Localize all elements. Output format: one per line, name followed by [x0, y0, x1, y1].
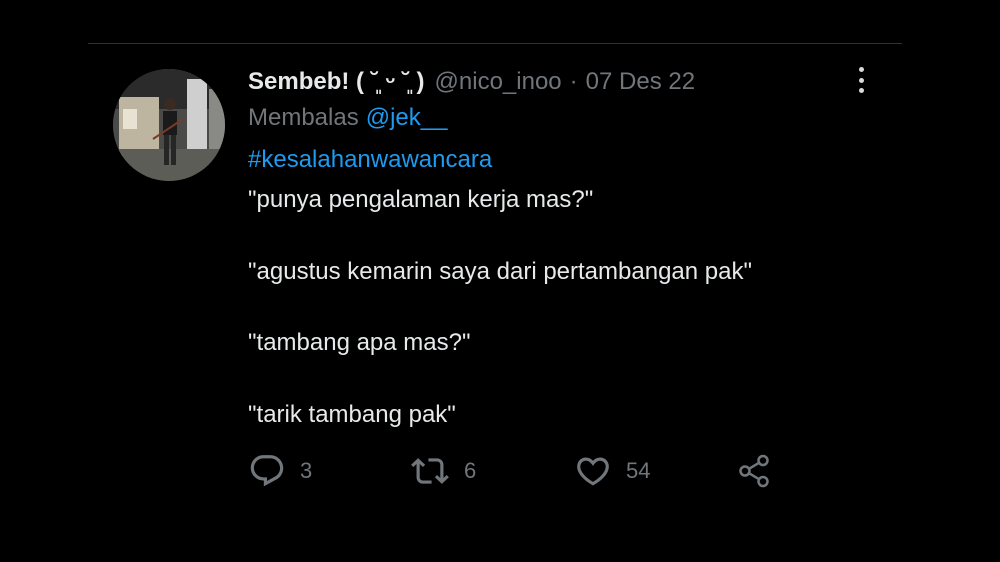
retweet-count: 6 — [464, 458, 477, 483]
tweet-text-line: "tarik tambang pak" — [248, 401, 456, 428]
display-name[interactable]: Sembeb! ( ˘͈ ᵕ ˘͈ ) — [248, 68, 425, 96]
tweet-date[interactable]: 07 Des 22 — [586, 68, 695, 96]
share-icon — [739, 454, 769, 488]
more-options-icon[interactable] — [848, 65, 874, 95]
heart-icon — [577, 457, 609, 486]
separator: · — [569, 68, 578, 95]
dot — [858, 88, 864, 93]
action-bar: 3 6 54 — [248, 452, 788, 490]
avatar-photo — [113, 69, 225, 181]
dot — [858, 67, 864, 72]
reply-count: 3 — [300, 458, 313, 483]
like-count: 54 — [626, 458, 651, 483]
tweet-text-line: "agustus kemarin saya dari pertambangan … — [248, 258, 752, 285]
retweet-icon — [411, 458, 449, 484]
reply-button[interactable]: 3 — [248, 452, 312, 490]
reply-context: Membalas @jek__ — [248, 104, 447, 132]
like-button[interactable]: 54 — [574, 452, 650, 490]
reply-prefix: Membalas — [248, 104, 359, 131]
reply-icon — [250, 455, 284, 487]
tweet-text-line: "punya pengalaman kerja mas?" — [248, 186, 594, 213]
avatar[interactable] — [113, 69, 225, 181]
top-divider — [88, 43, 902, 44]
reply-mention-link[interactable]: @jek__ — [366, 104, 448, 131]
retweet-button[interactable]: 6 — [410, 452, 476, 490]
dot — [858, 77, 864, 83]
hashtag-link[interactable]: #kesalahanwawancara — [248, 146, 492, 174]
tweet-text-line: "tambang apa mas?" — [248, 329, 471, 356]
user-handle[interactable]: @nico_inoo — [435, 68, 562, 96]
tweet-header: Sembeb! ( ˘͈ ᵕ ˘͈ ) @nico_inoo · 07 Des … — [248, 64, 695, 100]
share-button[interactable] — [736, 452, 774, 490]
